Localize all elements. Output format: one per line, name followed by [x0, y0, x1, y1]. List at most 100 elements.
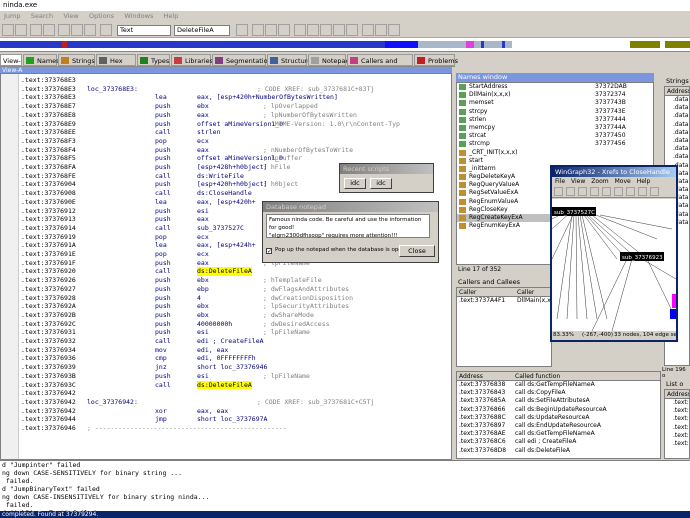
list-item[interactable]: StartAddress 37372DAB — [457, 83, 653, 91]
tab-callers-callees[interactable]: Callers and Callees — [347, 54, 413, 77]
strings-column[interactable]: Address — [665, 87, 689, 96]
menu-search[interactable]: Search — [31, 12, 53, 20]
graph-icon[interactable] — [252, 24, 264, 36]
table-row[interactable]: .text:373768D8 call ds:DeleteFileA — [457, 447, 660, 455]
arrow-right-icon[interactable] — [626, 187, 635, 196]
table-row[interactable]: .text:3737688C call ds:UpdateResourceA — [457, 414, 660, 422]
list-item[interactable]: .data:3 — [665, 129, 689, 137]
wg-menu-zoom[interactable]: Zoom — [591, 178, 608, 185]
xref-icon[interactable] — [265, 24, 277, 36]
flow-icon[interactable] — [278, 24, 290, 36]
menu-options[interactable]: Options — [89, 12, 114, 20]
cut-icon[interactable] — [58, 24, 70, 36]
code-icon[interactable] — [307, 24, 319, 36]
table-row[interactable]: .text:37376843 call ds:CopyFileA — [457, 389, 660, 397]
list-item[interactable]: .data:3 — [665, 104, 689, 112]
list-item[interactable]: strcat 37377450 — [457, 132, 653, 140]
caller-column-2[interactable]: Caller — [517, 288, 534, 297]
table-row[interactable]: .text:373768C6 call edi ; CreateFileA — [457, 438, 660, 446]
list-item[interactable]: strcpy 3737743E — [457, 108, 653, 116]
calls-list[interactable]: Address Called function .text:37376838 ca… — [456, 371, 661, 459]
tab-structures[interactable]: Structures — [267, 54, 315, 66]
array-icon[interactable] — [346, 24, 358, 36]
rename-icon[interactable] — [375, 24, 387, 36]
list-item[interactable]: .data:3 — [665, 153, 689, 161]
table-row[interactable]: .text:37376866 call ds:BeginUpdateResourc… — [457, 406, 660, 414]
list-item[interactable]: memset 3737743B — [457, 99, 653, 107]
list-item[interactable]: .text:3 — [665, 415, 689, 423]
callers-list[interactable]: Caller Caller .text:3737A4F1 DllMain(x,x… — [456, 287, 552, 367]
output-window[interactable]: d "Jumpinter" failed ng down CASE-SENSITI… — [0, 460, 690, 512]
search-icon[interactable] — [100, 24, 112, 36]
list-item[interactable]: .text:3 — [665, 440, 689, 448]
jump-icon[interactable] — [236, 24, 248, 36]
list-item[interactable]: .data:3 — [665, 121, 689, 129]
table-row[interactable]: .text:37376897 call ds:EndUpdateResourceA — [457, 422, 660, 430]
caller-column[interactable]: Caller — [459, 288, 476, 297]
open-icon[interactable] — [30, 24, 42, 36]
idc-button-2[interactable]: idc — [370, 178, 392, 189]
table-row[interactable]: .text:37376838 call ds:GetTempFileNameA — [457, 381, 660, 389]
menu-jump[interactable]: Jump — [4, 12, 21, 20]
list-item[interactable]: .data:3 — [665, 137, 689, 145]
address-column[interactable]: Address — [459, 372, 483, 381]
list-item[interactable]: memcpy 3737744A — [457, 124, 653, 132]
recent-scripts-window[interactable]: Recent scripts idc idc — [339, 163, 434, 193]
called-function-column[interactable]: Called function — [515, 372, 560, 381]
graph-node-highlight[interactable] — [672, 294, 676, 308]
paste-icon[interactable] — [84, 24, 96, 36]
name-combo[interactable]: DeleteFileA — [174, 25, 230, 36]
tab-types[interactable]: Types — [137, 54, 170, 66]
list-item[interactable]: strlen 37377444 — [457, 116, 653, 124]
tab-segmentation[interactable]: Segmentation — [212, 54, 272, 66]
navigation-band[interactable] — [0, 38, 690, 52]
tab-ida-view[interactable]: View-A — [0, 54, 22, 77]
wg-menu-move[interactable]: Move — [615, 178, 631, 185]
data-icon[interactable] — [320, 24, 332, 36]
hex-icon[interactable] — [294, 24, 306, 36]
list-item[interactable]: .text:3 — [665, 424, 689, 432]
undefine-icon[interactable] — [362, 24, 374, 36]
notepad-text[interactable]: Famous ninda code. Be careful and use th… — [266, 214, 430, 239]
copy-icon[interactable] — [71, 24, 83, 36]
list-item[interactable]: _CRT_INIT(x,x,x) — [457, 149, 653, 157]
list-of-column[interactable]: Address — [665, 390, 689, 399]
disassembly-view[interactable]: .text:373768E3 .text:373768E3 loc_373768E3… — [0, 73, 452, 460]
list-item[interactable]: start — [457, 157, 653, 165]
wg-menu-view[interactable]: View — [571, 178, 585, 185]
list-item[interactable]: .data:3 — [665, 145, 689, 153]
tab-problems[interactable]: Problems — [414, 54, 458, 66]
wg-menu-file[interactable]: File — [555, 178, 565, 185]
segment-combo[interactable]: Text — [117, 25, 171, 36]
list-item[interactable]: .text:3 — [665, 432, 689, 440]
wg-menu-help[interactable]: Help — [637, 178, 651, 185]
idc-button[interactable]: idc — [344, 178, 366, 189]
string-icon[interactable] — [333, 24, 345, 36]
table-row[interactable]: .text:3737685A call ds:SetFileAttributesA — [457, 397, 660, 405]
tab-libraries[interactable]: Libraries — [171, 54, 213, 66]
tab-names[interactable]: Names — [23, 54, 60, 66]
tab-hex-view[interactable]: Hex View — [96, 54, 136, 77]
list-item[interactable]: strcmp 37377456 — [457, 140, 653, 148]
list-item[interactable]: DllMain(x,x,x) 37372374 — [457, 91, 653, 99]
close-button[interactable]: Close — [399, 245, 435, 257]
list-item[interactable]: .data:3 — [665, 96, 689, 104]
graph-node-3[interactable] — [670, 309, 676, 319]
tab-notepad[interactable]: Notepad — [308, 54, 350, 66]
arrow-up-icon[interactable] — [638, 187, 647, 196]
list-item[interactable]: .text:3 — [665, 407, 689, 415]
back-icon[interactable] — [2, 24, 14, 36]
forward-icon[interactable] — [15, 24, 27, 36]
zoom-in-icon[interactable] — [566, 187, 575, 196]
list-of-pane[interactable]: Address .text:3.text:3.text:3.text:3.tex… — [664, 389, 690, 459]
zoom-out-icon[interactable] — [578, 187, 587, 196]
popup-checkbox[interactable]: ✓ — [266, 248, 272, 255]
arrow-down-icon[interactable] — [650, 187, 659, 196]
wingraph-window[interactable]: WinGraph32 - Xrefs to CloseHandle File Vi… — [550, 165, 678, 342]
database-notepad-window[interactable]: Database notepad Famous ninda code. Be c… — [262, 201, 439, 263]
tab-strings[interactable]: Strings — [58, 54, 95, 66]
menu-view[interactable]: View — [63, 12, 78, 20]
list-item[interactable]: .data:3 — [665, 112, 689, 120]
list-item[interactable]: .text:3 — [665, 399, 689, 407]
zoom-100-icon[interactable] — [602, 187, 611, 196]
